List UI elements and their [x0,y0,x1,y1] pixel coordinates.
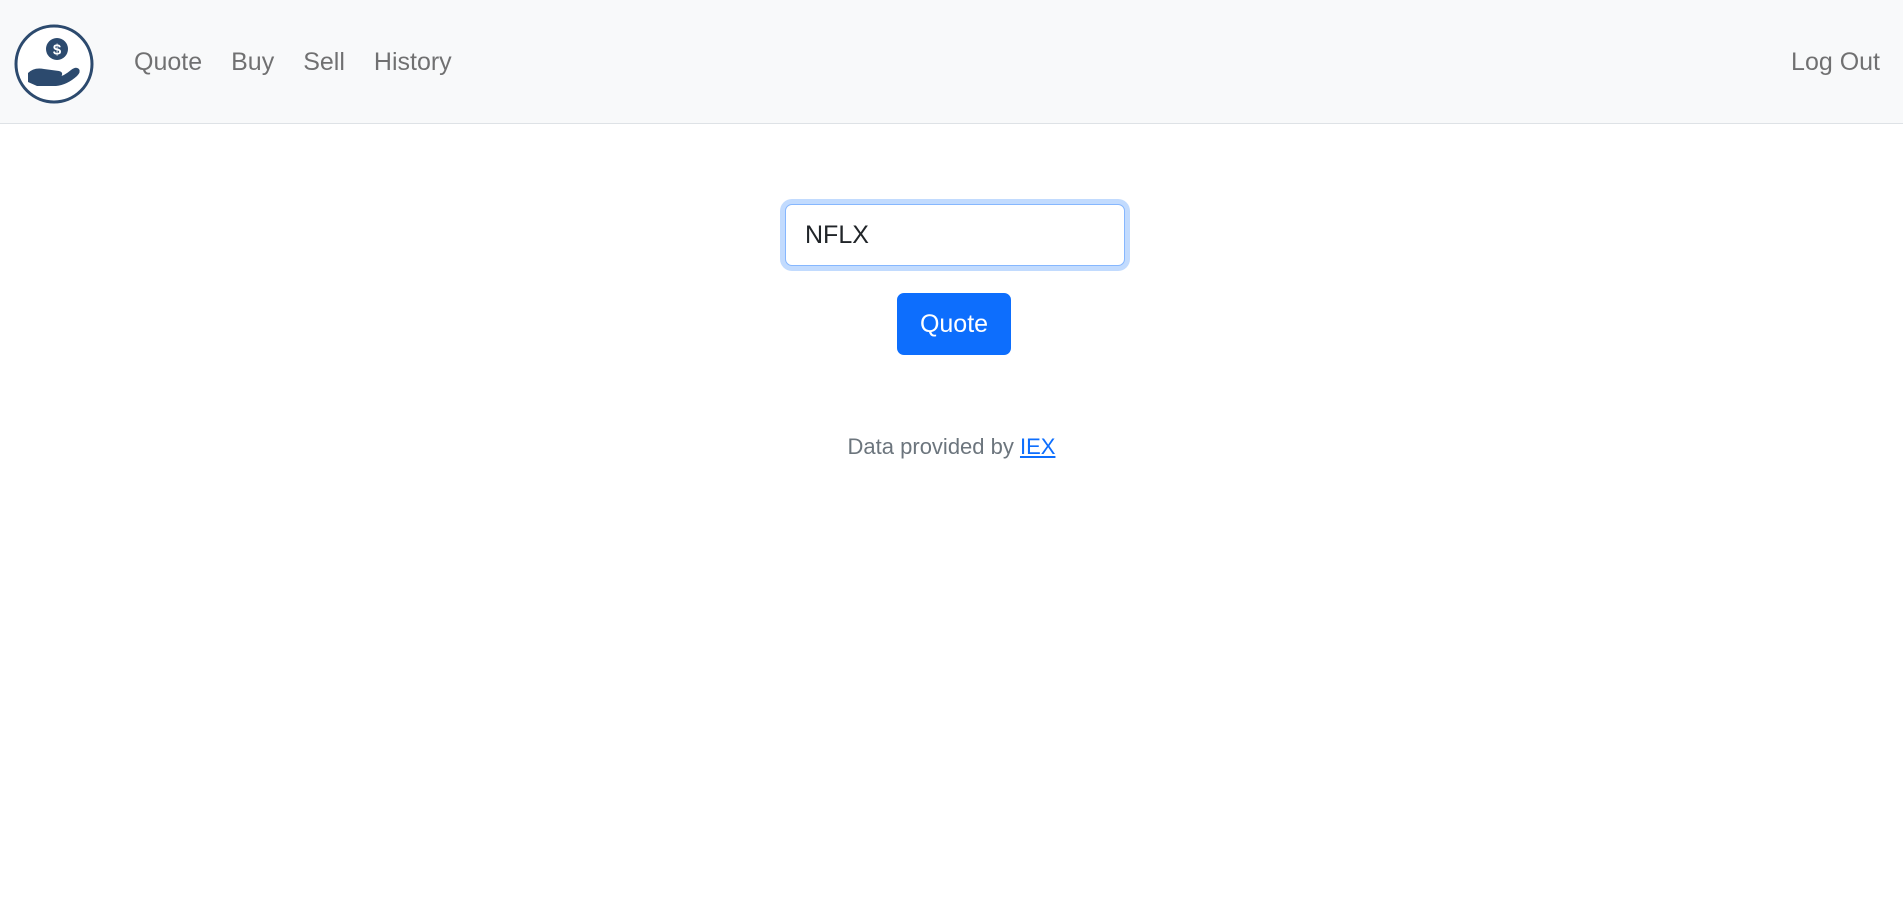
logo-hand-dollar-icon[interactable]: $ [14,24,94,104]
nav-link-quote[interactable]: Quote [134,48,202,77]
nav-links: Quote Buy Sell History [134,0,481,124]
nav-link-history[interactable]: History [374,48,452,77]
navbar: $ Quote Buy Sell History Log Out [0,0,1903,124]
footer-attribution: Data provided by IEX [0,434,1903,460]
logout-link[interactable]: Log Out [1791,48,1880,77]
nav-link-buy[interactable]: Buy [231,48,274,77]
quote-submit-button[interactable]: Quote [897,293,1011,355]
nav-right: Log Out [1791,0,1880,124]
iex-link[interactable]: IEX [1020,434,1055,459]
symbol-input[interactable] [785,204,1125,266]
svg-text:$: $ [53,42,62,59]
nav-link-sell[interactable]: Sell [303,48,345,77]
footer-text: Data provided by [847,434,1020,459]
